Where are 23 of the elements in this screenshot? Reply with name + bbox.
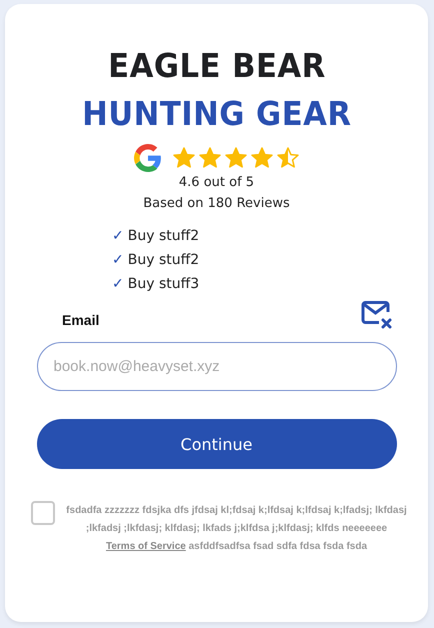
- star-icon: [224, 146, 248, 170]
- brand-subtitle: HUNTING GEAR: [82, 93, 352, 135]
- brand-title: EAGLE BEAR: [108, 45, 326, 87]
- check-mark: ✓: [112, 251, 124, 270]
- review-count: Based on 180 Reviews: [143, 195, 290, 213]
- consent-checkbox[interactable]: [30, 501, 54, 525]
- continue-button[interactable]: Continue: [36, 419, 396, 469]
- check-mark: ✓: [112, 227, 124, 246]
- benefit-text: Buy stuff3: [128, 275, 200, 294]
- benefit-text: Buy stuff2: [128, 227, 200, 246]
- consent-text: fsdadfa zzzzzzz fdsjka dfs jfdsaj kl;fdsaj k;lfdsaj k;lfdsaj k;lfadsj; lkfdasj ;lkfadsj ;lkfdasj; klfdasj; lkfads j;klfdsa j;klfdasj; klfds neeeeeee Terms of Service asfddfsadfsa fsad sdfa fdsa fsda fsda: [65, 504, 408, 554]
- check-mark: ✓: [112, 275, 124, 294]
- star-icon: [198, 146, 222, 170]
- star-icon: [276, 146, 300, 170]
- email-label: Email: [62, 312, 100, 328]
- star-icon: [172, 146, 196, 170]
- google-logo-icon: [134, 144, 162, 172]
- benefit-text: Buy stuff2: [128, 251, 200, 270]
- mail-remove-icon: [361, 300, 393, 330]
- terms-link[interactable]: Terms of Service: [106, 541, 186, 552]
- star-icon: [250, 146, 274, 170]
- rating-score: 4.6 out of 5: [178, 174, 254, 192]
- email-field[interactable]: book.now@heavyset.xyz: [36, 342, 396, 391]
